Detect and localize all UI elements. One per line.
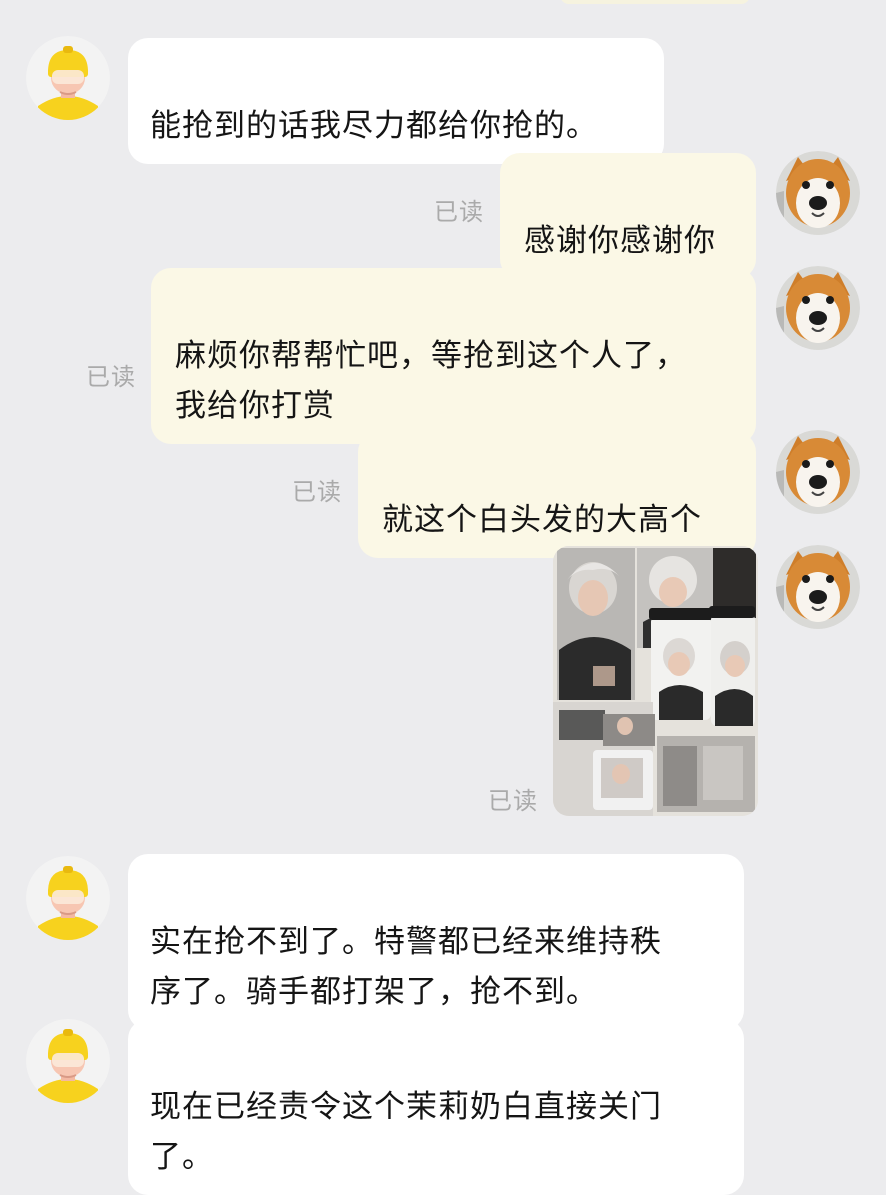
shiba-dog-avatar-icon[interactable] [776, 266, 860, 350]
previous-message-edge [560, 0, 750, 4]
helmet-avatar-icon[interactable] [26, 1019, 110, 1103]
incoming-message-bubble[interactable]: 能抢到的话我尽力都给你抢的。 [128, 38, 664, 164]
chat-conversation[interactable]: 能抢到的话我尽力都给你抢的。 感谢你感谢你 已读 麻烦你帮帮忙吧，等抢到这个人了… [0, 0, 886, 1195]
message-text: 就这个白头发的大高个 [382, 502, 702, 538]
read-status: 已读 [488, 787, 538, 815]
message-text: 麻烦你帮帮忙吧，等抢到这个人了， 我给你打赏 [175, 338, 687, 424]
read-status: 已读 [86, 363, 136, 391]
message-text: 感谢你感谢你 [524, 223, 716, 259]
merch-photo-message[interactable] [553, 546, 758, 816]
merch-photo-image [553, 546, 758, 816]
helmet-avatar-icon[interactable] [26, 36, 110, 120]
message-text: 现在已经责令这个茉莉奶白直接关门 了。 [150, 1089, 662, 1175]
shiba-dog-avatar-icon[interactable] [776, 430, 860, 514]
helmet-avatar-icon[interactable] [26, 856, 110, 940]
read-status: 已读 [292, 478, 342, 506]
shiba-dog-avatar-icon[interactable] [776, 545, 860, 629]
incoming-message-bubble[interactable]: 实在抢不到了。特警都已经来维持秩 序了。骑手都打架了，抢不到。 [128, 854, 744, 1030]
message-text: 能抢到的话我尽力都给你抢的。 [150, 108, 598, 144]
outgoing-message-bubble[interactable]: 就这个白头发的大高个 [358, 432, 756, 558]
incoming-message-bubble[interactable]: 现在已经责令这个茉莉奶白直接关门 了。 [128, 1019, 744, 1195]
shiba-dog-avatar-icon[interactable] [776, 151, 860, 235]
outgoing-message-bubble[interactable]: 麻烦你帮帮忙吧，等抢到这个人了， 我给你打赏 [151, 268, 756, 444]
outgoing-message-bubble[interactable]: 感谢你感谢你 [500, 153, 756, 279]
read-status: 已读 [434, 198, 484, 226]
message-text: 实在抢不到了。特警都已经来维持秩 序了。骑手都打架了，抢不到。 [150, 924, 662, 1010]
